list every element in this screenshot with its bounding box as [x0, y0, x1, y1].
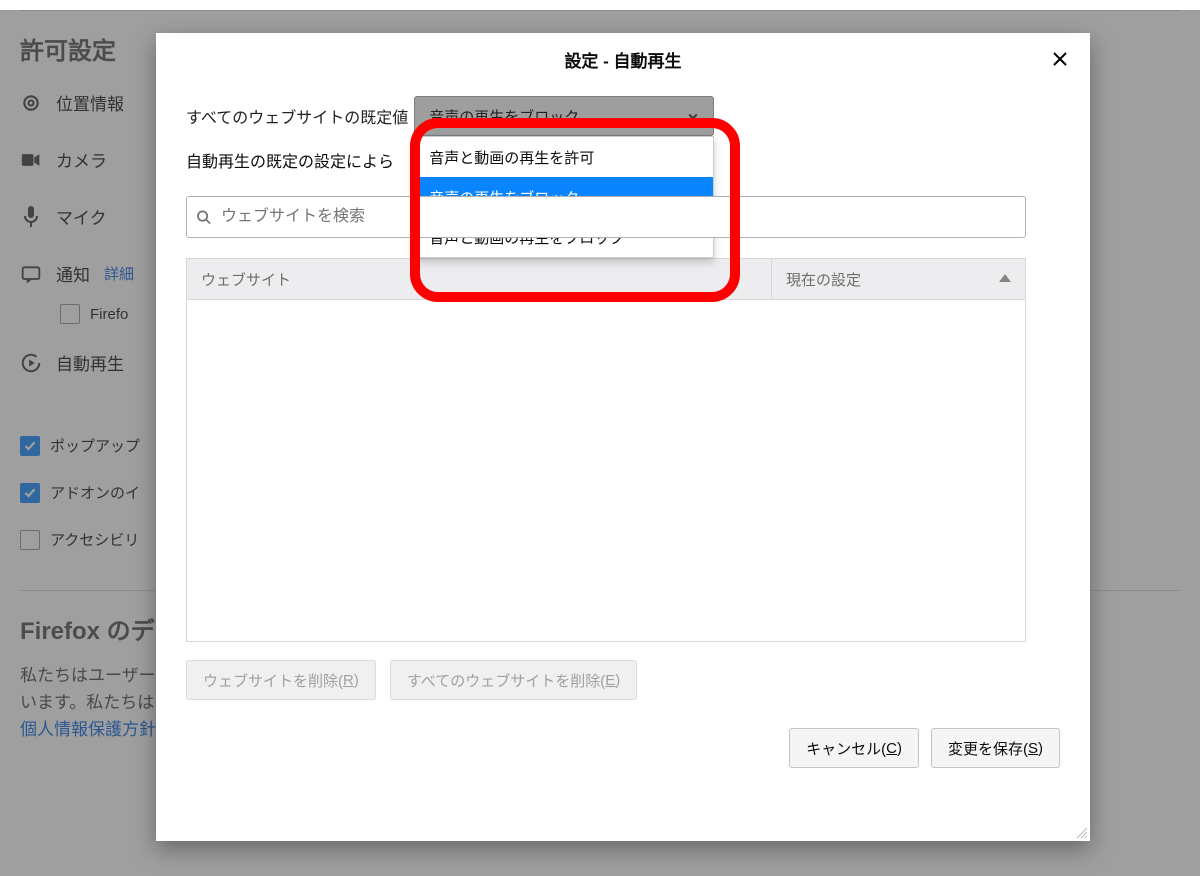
- save-button[interactable]: 変更を保存(S): [931, 728, 1060, 768]
- site-search: [186, 196, 1060, 238]
- column-status[interactable]: 現在の設定: [771, 259, 1025, 299]
- search-icon: [196, 210, 211, 225]
- sort-up-icon: [999, 274, 1011, 284]
- default-label: すべてのウェブサイトの既定値: [186, 104, 408, 128]
- dialog-header: 設定 - 自動再生: [156, 33, 1090, 86]
- cancel-button[interactable]: キャンセル(C): [789, 728, 919, 768]
- close-button[interactable]: [1046, 45, 1074, 73]
- resize-grip-icon[interactable]: [1074, 825, 1088, 839]
- column-website[interactable]: ウェブサイト: [187, 259, 771, 299]
- default-dropdown[interactable]: 音声の再生をブロック 音声と動画の再生を許可 音声の再生をブロック 音声と動画の…: [414, 96, 714, 136]
- remove-site-button: ウェブサイトを削除(R): [186, 660, 376, 700]
- dialog-right-actions: キャンセル(C) 変更を保存(S): [186, 728, 1060, 778]
- dropdown-selected: 音声の再生をブロック: [429, 106, 579, 127]
- site-table-header: ウェブサイト 現在の設定: [186, 258, 1026, 300]
- autoplay-settings-dialog: 設定 - 自動再生 すべてのウェブサイトの既定値 音声の再生をブロック 音声と動…: [156, 33, 1090, 841]
- default-value-row: すべてのウェブサイトの既定値 音声の再生をブロック 音声と動画の再生を許可 音声…: [186, 96, 1060, 136]
- remove-all-sites-button: すべてのウェブサイトを削除(E): [390, 660, 637, 700]
- dialog-body: すべてのウェブサイトの既定値 音声の再生をブロック 音声と動画の再生を許可 音声…: [156, 86, 1090, 841]
- dropdown-option-allow[interactable]: 音声と動画の再生を許可: [415, 137, 713, 177]
- search-input[interactable]: [186, 196, 1026, 238]
- chevron-down-icon: [687, 110, 699, 122]
- dialog-title: 設定 - 自動再生: [564, 52, 681, 71]
- site-table-body: [186, 300, 1026, 642]
- dialog-left-actions: ウェブサイトを削除(R) すべてのウェブサイトを削除(E): [186, 660, 1060, 700]
- dropdown-button[interactable]: 音声の再生をブロック: [414, 96, 714, 136]
